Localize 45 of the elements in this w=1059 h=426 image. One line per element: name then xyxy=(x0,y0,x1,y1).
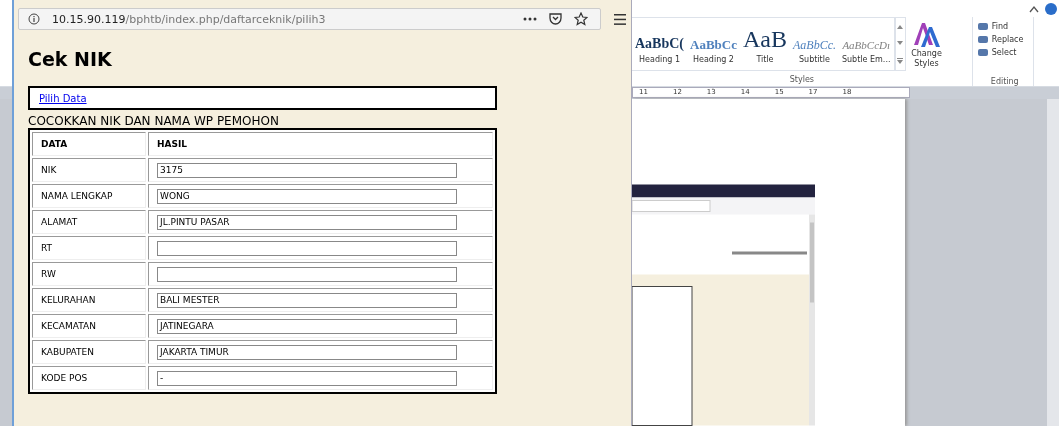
column-header: DATA xyxy=(32,132,146,156)
group-label: Styles xyxy=(788,74,815,85)
style-item[interactable]: AaBbC( Heading 1 xyxy=(632,18,687,71)
scrollbar[interactable] xyxy=(1047,99,1059,426)
gallery-scroll-buttons[interactable] xyxy=(894,17,906,72)
page-title: Cek NIK xyxy=(28,48,113,70)
input-field[interactable] xyxy=(157,240,457,256)
caret-icon[interactable] xyxy=(1029,4,1039,13)
input-field[interactable]: - xyxy=(157,370,457,386)
table-cell: KABUPATEN xyxy=(32,340,146,364)
change-styles-button[interactable]: Change Styles xyxy=(905,17,948,72)
group-label: Editing xyxy=(989,76,1020,87)
table-cell: RT xyxy=(32,236,146,260)
input-field[interactable]: WONG xyxy=(157,188,457,204)
table-cell: ALAMAT xyxy=(32,210,146,234)
table-cell: RW xyxy=(32,262,146,286)
select-button[interactable]: Select xyxy=(976,47,1024,59)
more-icon[interactable] xyxy=(523,17,537,21)
input-field[interactable]: JAKARTA TIMUR xyxy=(157,344,457,360)
section-title: COCOKKAN NIK DAN NAMA WP PEMOHON xyxy=(28,114,280,128)
table-cell: KODE POS xyxy=(32,366,146,390)
column-header: HASIL xyxy=(148,132,493,156)
pilih-data-link[interactable]: Pilih Data xyxy=(39,92,87,104)
input-field[interactable]: 3175 xyxy=(157,162,457,178)
style-item[interactable]: AaBbCc Heading 2 xyxy=(687,18,740,71)
shield-icon[interactable] xyxy=(549,13,562,25)
address-bar[interactable]: 10.15.90.119/bphtb/index.php/daftarceknik/pilih3 xyxy=(18,8,601,30)
style-item[interactable]: AaB Title xyxy=(739,18,790,71)
table-cell: NIK xyxy=(32,158,146,182)
table-cell: KELURAHAN xyxy=(32,288,146,312)
info-icon[interactable] xyxy=(28,13,40,25)
input-field[interactable] xyxy=(157,266,457,282)
table-cell: KECAMATAN xyxy=(32,314,146,338)
url-text: 10.15.90.119/bphtb/index.php/daftarceknik/pilih3 xyxy=(52,12,326,26)
find-button[interactable]: Find xyxy=(976,21,1024,33)
table-cell: NAMA LENGKAP xyxy=(32,184,146,208)
menu-icon[interactable] xyxy=(614,14,626,25)
replace-button[interactable]: Replace xyxy=(976,34,1024,46)
input-field[interactable]: JATINEGARA xyxy=(157,318,457,334)
style-item[interactable]: AaBbCcDı Subtle Em... xyxy=(838,18,894,71)
input-field[interactable]: JL.PINTU PASAR xyxy=(157,214,457,230)
style-item[interactable]: AaBbCc. Subtitle xyxy=(789,18,839,71)
star-icon[interactable] xyxy=(574,12,588,26)
letters-icon xyxy=(911,21,942,50)
input-field[interactable]: BALI MESTER xyxy=(157,292,457,308)
